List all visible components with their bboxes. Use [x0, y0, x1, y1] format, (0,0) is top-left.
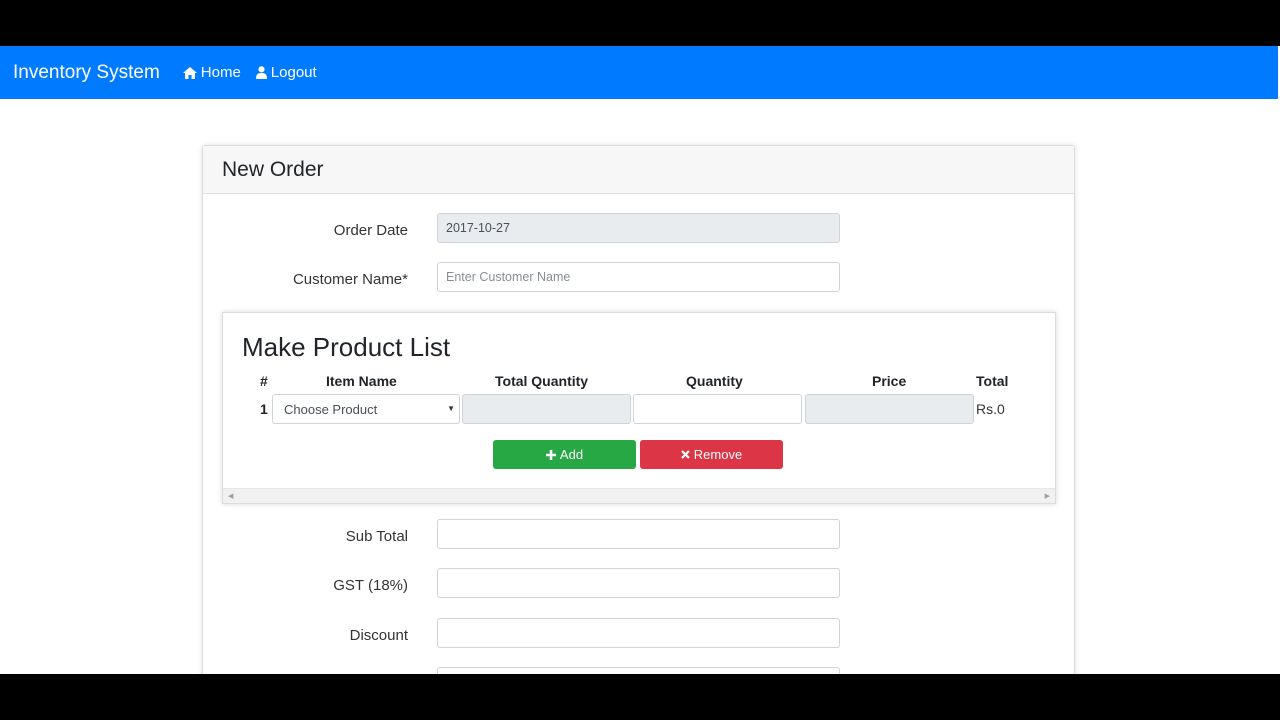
remove-button-label: Remove: [693, 447, 743, 462]
col-header-quantity: Quantity: [686, 373, 743, 389]
dropdown-caret-icon: ▼: [447, 404, 455, 413]
card-header: New Order: [203, 146, 1074, 194]
nav-logout-link[interactable]: Logout: [255, 64, 317, 81]
nav-home-link[interactable]: Home: [182, 64, 241, 81]
customer-name-input[interactable]: Enter Customer Name: [437, 262, 840, 292]
order-date-value: 2017-10-27: [446, 221, 510, 235]
price-field[interactable]: [805, 394, 974, 424]
page-title: New Order: [222, 157, 324, 181]
row-number: 1: [260, 401, 268, 417]
order-date-label: Order Date: [333, 222, 408, 239]
col-header-price: Price: [872, 373, 907, 389]
product-list-panel: Make Product List # Item Name Total Quan…: [222, 312, 1056, 504]
sub-total-input[interactable]: [437, 519, 840, 549]
nav-home-label: Home: [200, 64, 241, 81]
product-list-title: Make Product List: [242, 332, 451, 362]
col-header-total: Total: [976, 373, 1009, 389]
gst-label: GST (18%): [333, 577, 408, 594]
total-quantity-field[interactable]: [462, 394, 631, 424]
sub-total-label: Sub Total: [345, 528, 408, 545]
gst-input[interactable]: [437, 568, 840, 598]
brand-link[interactable]: Inventory System: [13, 62, 160, 84]
row-total-value: Rs.0: [976, 401, 1005, 417]
customer-name-label: Customer Name*: [292, 271, 408, 288]
discount-label: Discount: [349, 627, 408, 644]
browser-viewport: Inventory System Home Logout New Order O…: [0, 46, 1280, 674]
quantity-input[interactable]: [633, 394, 802, 424]
product-select-value: Choose Product: [284, 401, 378, 417]
horizontal-scrollbar[interactable]: ◀ ▶: [223, 488, 1055, 503]
home-icon: [182, 66, 197, 79]
times-icon: [681, 450, 690, 459]
col-header-total-quantity: Total Quantity: [495, 373, 589, 389]
plus-icon: [545, 449, 556, 460]
add-row-button[interactable]: Add: [493, 440, 636, 469]
customer-name-placeholder: Enter Customer Name: [446, 270, 571, 284]
nav-logout-label: Logout: [270, 64, 317, 81]
remove-row-button[interactable]: Remove: [640, 440, 783, 469]
discount-input[interactable]: [437, 618, 840, 648]
new-order-card: New Order Order Date 2017-10-27 Customer…: [202, 145, 1075, 674]
product-select[interactable]: Choose Product ▼: [272, 394, 460, 424]
scroll-left-icon[interactable]: ◀: [228, 492, 233, 500]
order-date-field[interactable]: 2017-10-27: [437, 213, 840, 243]
scroll-right-icon[interactable]: ▶: [1045, 492, 1050, 500]
user-icon: [255, 66, 267, 79]
col-header-number: #: [260, 373, 268, 389]
next-form-input[interactable]: [437, 667, 840, 674]
col-header-item-name: Item Name: [326, 373, 397, 389]
add-button-label: Add: [559, 447, 584, 462]
navbar: Inventory System Home Logout: [0, 46, 1278, 99]
